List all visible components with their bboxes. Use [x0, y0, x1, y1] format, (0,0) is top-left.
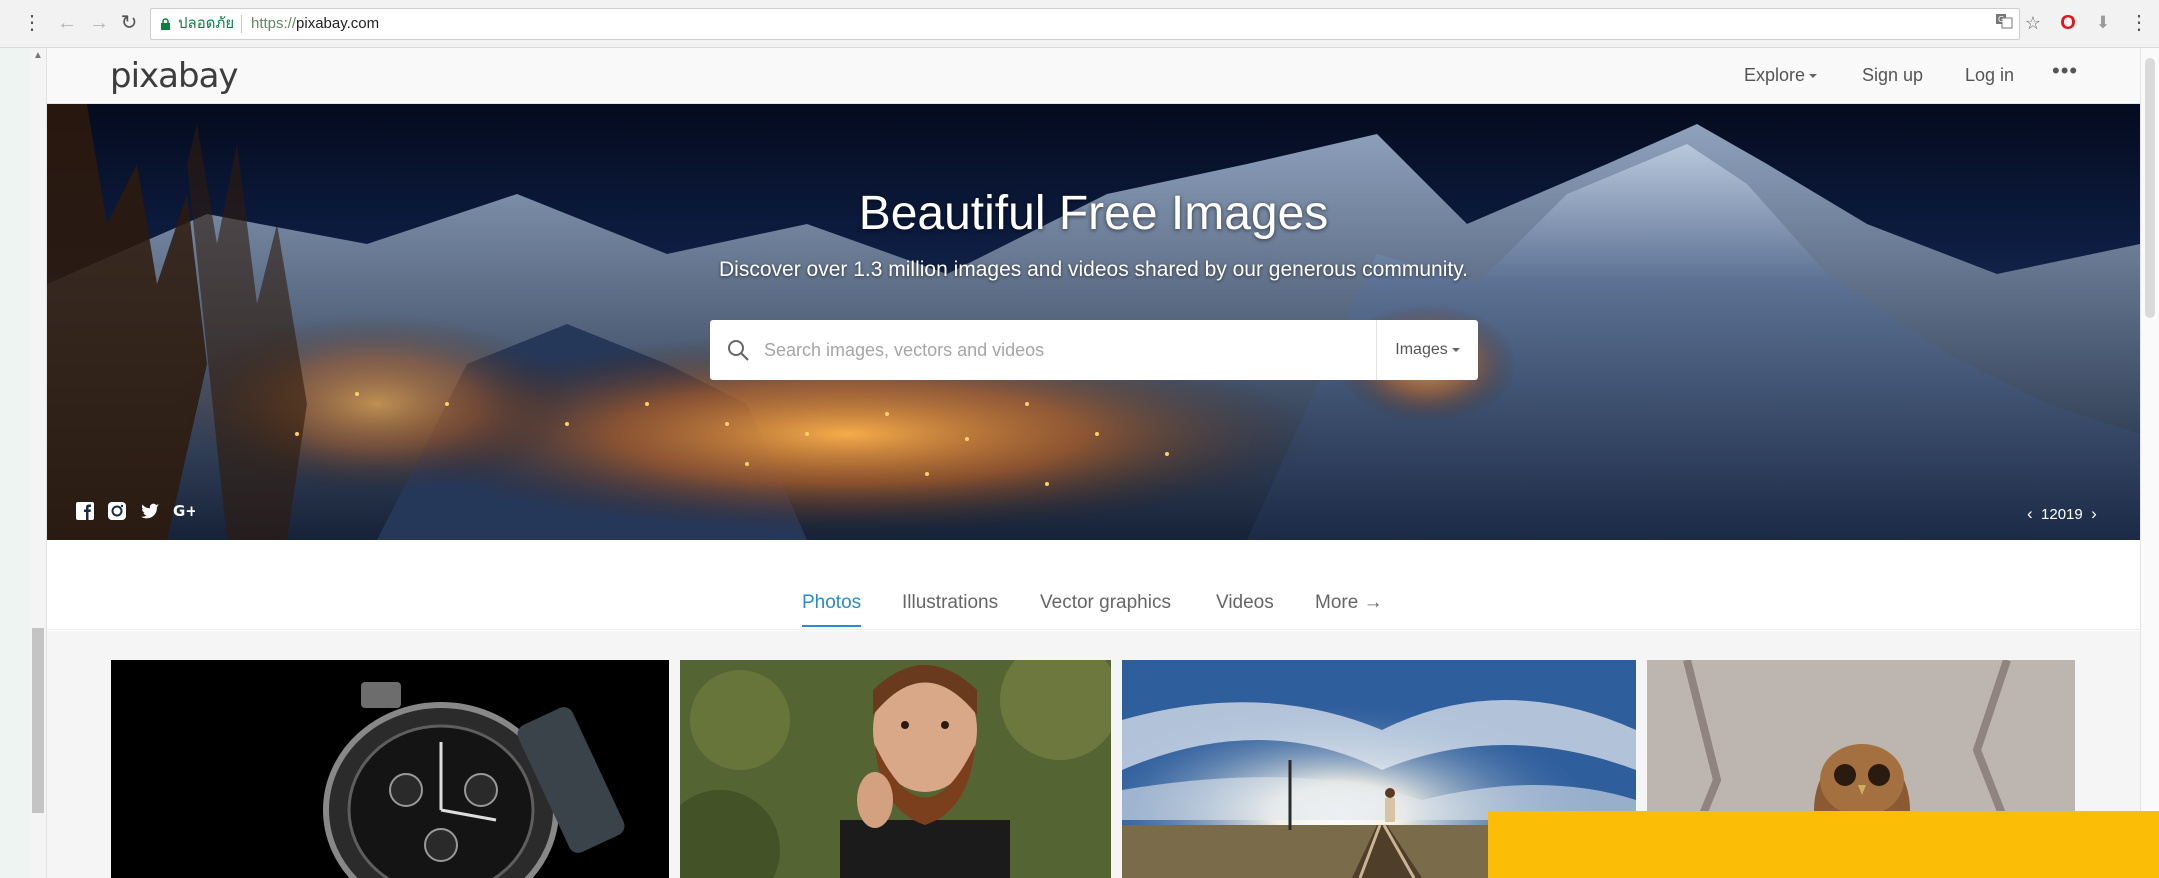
caret-down-icon	[1451, 347, 1460, 352]
tab-illustrations[interactable]: Illustrations	[902, 590, 998, 616]
hero-banner: Beautiful Free Images Discover over 1.3 …	[47, 104, 2140, 540]
hero-title: Beautiful Free Images	[858, 187, 1329, 240]
site-header: pixabay Explore Sign up Log in •••	[47, 48, 2140, 104]
address-bar[interactable]: ปลอดภัย https://pixabay.com	[150, 8, 2020, 40]
search-input[interactable]	[764, 330, 1364, 370]
tab-videos[interactable]: Videos	[1216, 590, 1274, 616]
svg-text:G: G	[1998, 15, 2004, 24]
page-scrollbar[interactable]	[2140, 48, 2159, 878]
scroll-up-icon[interactable]: ▲	[33, 50, 43, 61]
gallery-image-watch[interactable]	[111, 660, 669, 878]
watch-image	[111, 660, 669, 878]
left-panel: ▲	[0, 48, 47, 878]
left-scrollbar-thumb[interactable]	[32, 628, 44, 813]
download-icon[interactable]: ⬇	[2092, 12, 2114, 34]
signup-link[interactable]: Sign up	[1862, 62, 1923, 88]
gallery-image-bearded-man[interactable]	[680, 660, 1111, 878]
caret-down-icon	[1809, 74, 1818, 79]
forward-icon[interactable]: →	[88, 12, 110, 34]
translate-icon[interactable]: G	[1993, 12, 2015, 34]
page-scrollbar-thumb[interactable]	[2145, 58, 2155, 318]
prev-arrow-icon[interactable]: ‹	[2027, 504, 2033, 523]
tab-vector-graphics[interactable]: Vector graphics	[1040, 590, 1171, 616]
back-icon[interactable]: ←	[56, 12, 78, 34]
tab-more[interactable]: More →	[1315, 590, 1383, 616]
media-tabs: Photos Illustrations Vector graphics Vid…	[47, 540, 2140, 630]
url-host: pixabay.com	[296, 15, 380, 32]
google-plus-icon[interactable]: G+	[173, 500, 195, 522]
secure-label: ปลอดภัย	[178, 15, 235, 32]
search-icon[interactable]	[726, 338, 750, 362]
menu-dots-icon[interactable]: ⋮	[22, 12, 42, 34]
media-type-dropdown[interactable]: Images	[1377, 320, 1478, 380]
nav-explore-label: Explore	[1744, 65, 1806, 85]
image-credit[interactable]: ‹ 12019 ›	[2027, 504, 2097, 524]
media-type-label: Images	[1395, 341, 1448, 358]
more-menu-icon[interactable]: •••	[2052, 58, 2078, 84]
instagram-icon[interactable]	[106, 500, 128, 522]
site-logo[interactable]: pixabay	[110, 56, 239, 96]
lock-icon	[161, 18, 170, 30]
twitter-icon[interactable]	[139, 500, 161, 522]
facebook-icon[interactable]	[74, 500, 96, 522]
left-scrollbar[interactable]: ▲	[30, 48, 47, 878]
kebab-icon[interactable]: ⋮	[2128, 12, 2150, 34]
address-separator	[241, 15, 242, 33]
search-bar: Images	[710, 320, 1478, 380]
bearded-man-image	[680, 660, 1111, 878]
credit-user[interactable]: 12019	[2041, 506, 2083, 523]
login-link[interactable]: Log in	[1965, 62, 2014, 88]
svg-text:G+: G+	[173, 502, 195, 520]
opera-icon[interactable]: O	[2057, 12, 2079, 34]
url-text[interactable]: https://pixabay.com	[251, 9, 379, 39]
reload-icon[interactable]: ↻	[118, 12, 140, 34]
tab-photos[interactable]: Photos	[802, 590, 862, 627]
star-icon[interactable]: ☆	[2022, 12, 2044, 34]
browser-toolbar: ⋮ ← → ↻ ปลอดภัย https://pixabay.com G ☆ …	[0, 0, 2159, 48]
next-arrow-icon[interactable]: ›	[2091, 504, 2097, 523]
hero-subtitle: Discover over 1.3 million images and vid…	[719, 258, 1468, 281]
nav-explore[interactable]: Explore	[1744, 62, 1818, 88]
promo-banner[interactable]	[1488, 811, 2159, 878]
url-scheme: https://	[251, 15, 297, 32]
